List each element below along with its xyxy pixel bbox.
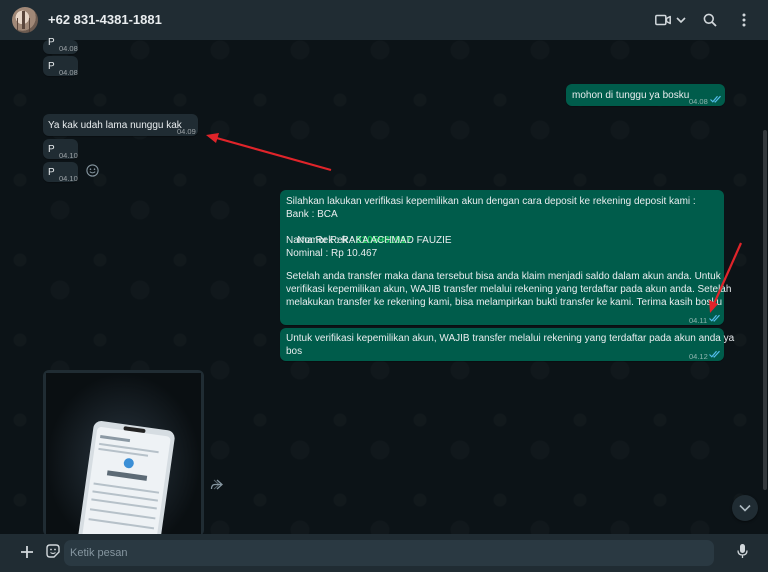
attach-plus-icon[interactable]: [20, 545, 34, 564]
message-incoming[interactable]: Ya kak udah lama nunggu kak 04.09: [43, 114, 198, 136]
message-input[interactable]: [64, 540, 714, 566]
message-text: P: [48, 61, 55, 72]
contact-name[interactable]: +62 831-4381-1881: [48, 12, 162, 27]
message-line: melakukan transfer ke rekening kami, bis…: [286, 297, 723, 308]
menu-icon[interactable]: [734, 10, 754, 30]
read-ticks-icon: [710, 95, 721, 103]
chat-header: +62 831-4381-1881: [0, 0, 768, 40]
message-time: 04.09: [177, 127, 196, 136]
avatar[interactable]: [12, 7, 38, 33]
message-line: Untuk verifikasi kepemilikan akun, WAJIB…: [286, 333, 735, 344]
message-time: 04.10: [59, 174, 78, 183]
message-time: 04.08: [59, 68, 78, 77]
message-time: 04.10: [59, 151, 78, 160]
message-line: verifikasi kepemilikan akun, WAJIB trans…: [286, 284, 732, 295]
message-line: Bank : BCA: [286, 209, 338, 220]
scroll-down-button[interactable]: [732, 495, 758, 521]
message-outgoing[interactable]: mohon di tunggu ya bosku 04.08: [566, 84, 725, 106]
message-line: Nominal : Rp 10.467: [286, 248, 378, 259]
message-line: Nama Rek : RAKA ACHMAD FAUZIE: [286, 235, 452, 246]
image-message[interactable]: [43, 370, 204, 536]
chevron-down-icon: [739, 504, 751, 512]
message-time: 04.08: [59, 44, 78, 53]
message-composer: [0, 534, 768, 572]
message-text: P: [48, 144, 55, 155]
message-text: P: [48, 37, 55, 48]
video-call-icon[interactable]: [653, 10, 673, 30]
microphone-icon[interactable]: [737, 543, 748, 564]
message-line: bos: [286, 346, 303, 357]
forward-icon[interactable]: [210, 478, 224, 496]
message-incoming[interactable]: P 04.10: [43, 139, 78, 160]
read-ticks-icon: [709, 350, 720, 358]
message-time: 04.08: [689, 97, 708, 106]
message-line: Setelah anda transfer maka dana tersebut…: [286, 271, 721, 282]
message-text: P: [48, 167, 55, 178]
search-icon[interactable]: [700, 10, 720, 30]
message-time: 04.11: [689, 316, 708, 325]
message-outgoing[interactable]: Silahkan lakukan verifikasi kepemilikan …: [280, 190, 731, 325]
chevron-down-icon[interactable]: [671, 10, 691, 30]
phone-photo: [46, 373, 201, 536]
chat-scrollbar[interactable]: [763, 130, 767, 490]
message-incoming[interactable]: P 04.08: [43, 37, 78, 54]
message-incoming[interactable]: P 04.08: [43, 56, 78, 77]
message-text: mohon di tunggu ya bosku: [572, 90, 690, 101]
message-text: Ya kak udah lama nunggu kak: [48, 120, 182, 131]
message-time: 04.12: [689, 352, 708, 361]
message-line: Silahkan lakukan verifikasi kepemilikan …: [286, 196, 696, 207]
message-outgoing[interactable]: Untuk verifikasi kepemilikan akun, WAJIB…: [280, 328, 734, 361]
read-ticks-icon: [709, 314, 720, 322]
message-incoming[interactable]: P 04.10: [43, 162, 78, 183]
emoji-react-icon[interactable]: [86, 164, 99, 182]
sticker-icon[interactable]: [45, 543, 61, 564]
